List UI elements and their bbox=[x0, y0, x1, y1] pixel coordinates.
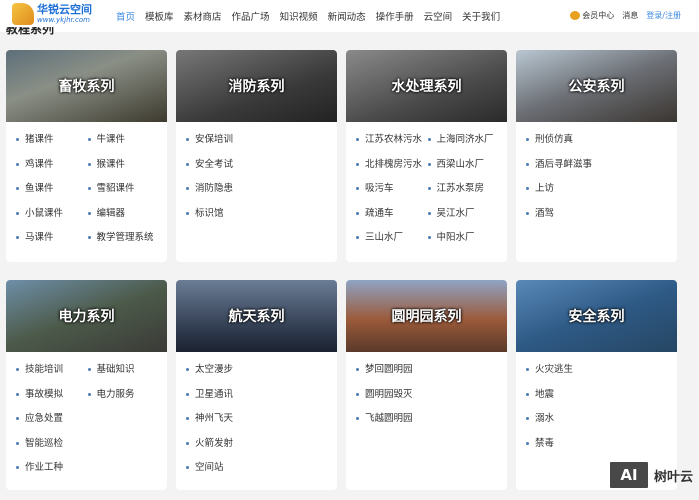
watermark-text: 树叶云 bbox=[653, 469, 693, 485]
series-banner[interactable]: 公安系列 bbox=[516, 50, 677, 122]
series-banner[interactable]: 水处理系列 bbox=[346, 50, 507, 122]
series-card: 畜牧系列猪课件 牛课件 鸡课件 猴课件 鱼课件 雪貂课件 小鼠课件 编辑器 马课件 教学管理系统 bbox=[6, 50, 167, 262]
course-link[interactable]: 鸡课件 bbox=[16, 155, 88, 180]
series-card: 公安系列刑侦仿真 酒后寻衅滋事 上访 酒驾 bbox=[516, 50, 677, 262]
watermark: AI 树叶云 bbox=[607, 460, 693, 490]
course-link[interactable]: 雪貂课件 bbox=[88, 179, 160, 204]
series-card: 航天系列太空漫步 卫星通讯 神州飞天 火箭发射 空间站 bbox=[176, 280, 337, 490]
course-link[interactable]: 刑侦仿真 bbox=[526, 130, 669, 155]
logo-title: 华锐云空间 bbox=[37, 3, 92, 16]
series-title: 航天系列 bbox=[228, 309, 285, 325]
course-link[interactable]: 消防隐患 bbox=[186, 179, 329, 204]
course-link[interactable]: 江苏水泵房 bbox=[428, 179, 500, 204]
course-link[interactable]: 马课件 bbox=[16, 228, 88, 253]
watermark-logo: AI bbox=[607, 460, 650, 490]
series-title: 圆明园系列 bbox=[391, 309, 462, 325]
course-link[interactable]: 牛课件 bbox=[88, 130, 160, 155]
course-link[interactable]: 编辑器 bbox=[88, 204, 160, 229]
logo-url: www.ykjhr.com bbox=[37, 16, 90, 24]
course-link[interactable]: 安保培训 bbox=[186, 130, 329, 155]
series-title: 畜牧系列 bbox=[58, 79, 115, 95]
course-link[interactable]: 三山水厂 bbox=[356, 228, 428, 253]
top-nav: 华锐云空间 www.ykjhr.com 首页 模板库 素材商店 作品广场 知识视频 新闻动… bbox=[0, 0, 699, 32]
series-title: 电力系列 bbox=[58, 309, 115, 325]
series-card: 圆明园系列梦回圆明园 圆明园毁灭 飞越圆明园 bbox=[346, 280, 507, 490]
series-card: 电力系列技能培训 基础知识 事故模拟 电力服务 应急处置 智能巡检 作业工种 bbox=[6, 280, 167, 490]
course-link[interactable]: 小鼠课件 bbox=[16, 204, 88, 229]
course-link[interactable]: 上海同济水厂 bbox=[428, 130, 500, 155]
series-title: 消防系列 bbox=[228, 79, 285, 95]
nav-item[interactable]: 新闻动态 bbox=[328, 9, 366, 23]
vip-label: 会员中心 bbox=[582, 11, 615, 20]
course-link[interactable]: 标识馆 bbox=[186, 204, 329, 229]
series-card: 消防系列安保培训 安全考试 消防隐患 标识馆 bbox=[176, 50, 337, 262]
course-link[interactable]: 基础知识 bbox=[88, 360, 160, 385]
course-link[interactable]: 教学管理系统 bbox=[88, 228, 160, 253]
course-link[interactable]: 酒后寻衅滋事 bbox=[526, 155, 669, 180]
course-link[interactable]: 中阳水厂 bbox=[428, 228, 500, 253]
course-link[interactable]: 梦回圆明园 bbox=[356, 360, 499, 385]
section-heading: 教程系列 bbox=[6, 27, 55, 35]
nav-item[interactable]: 操作手册 bbox=[376, 9, 414, 23]
series-card: 水处理系列江苏农林污水 上海同济水厂 北排槐房污水 西梁山水厂 吸污车 江苏水泵房 疏通车吴… bbox=[346, 50, 507, 262]
series-banner[interactable]: 畜牧系列 bbox=[6, 50, 167, 122]
vip-icon bbox=[570, 11, 581, 20]
course-link[interactable]: 溺水 bbox=[526, 409, 669, 434]
course-link[interactable]: 电力服务 bbox=[88, 385, 160, 410]
series-banner[interactable]: 圆明园系列 bbox=[346, 280, 507, 352]
nav-item[interactable]: 关于我们 bbox=[462, 9, 500, 23]
login-link[interactable]: 登录/注册 bbox=[646, 10, 681, 21]
nav-item[interactable]: 云空间 bbox=[424, 9, 453, 23]
course-link[interactable]: 安全考试 bbox=[186, 155, 329, 180]
series-card: 安全系列火灾逃生 地震 溺水 禁毒 bbox=[516, 280, 677, 490]
logo[interactable]: 华锐云空间 www.ykjhr.com bbox=[12, 3, 92, 25]
nav-item[interactable]: 知识视频 bbox=[280, 9, 318, 23]
course-link[interactable]: 智能巡检 bbox=[16, 434, 88, 459]
course-link[interactable]: 飞越圆明园 bbox=[356, 409, 499, 434]
course-link[interactable]: 卫星通讯 bbox=[186, 385, 329, 410]
nav-item[interactable]: 首页 bbox=[116, 9, 135, 23]
course-link[interactable]: 西梁山水厂 bbox=[428, 155, 500, 180]
course-link[interactable]: 火灾逃生 bbox=[526, 360, 669, 385]
series-title: 水处理系列 bbox=[391, 79, 462, 95]
nav-item[interactable]: 作品广场 bbox=[232, 9, 270, 23]
course-link[interactable]: 技能培训 bbox=[16, 360, 88, 385]
course-link[interactable]: 事故模拟 bbox=[16, 385, 88, 410]
course-link[interactable]: 江苏农林污水 bbox=[356, 130, 428, 155]
series-banner[interactable]: 航天系列 bbox=[176, 280, 337, 352]
course-link[interactable]: 作业工种 bbox=[16, 458, 88, 483]
series-title: 安全系列 bbox=[568, 309, 625, 325]
logo-icon bbox=[12, 3, 34, 25]
series-banner[interactable]: 消防系列 bbox=[176, 50, 337, 122]
course-link[interactable]: 太空漫步 bbox=[186, 360, 329, 385]
series-banner[interactable]: 电力系列 bbox=[6, 280, 167, 352]
course-link[interactable]: 空间站 bbox=[186, 458, 329, 483]
course-link[interactable]: 禁毒 bbox=[526, 434, 669, 459]
course-link[interactable]: 火箭发射 bbox=[186, 434, 329, 459]
nav-item[interactable]: 素材商店 bbox=[184, 9, 222, 23]
course-link[interactable]: 应急处置 bbox=[16, 409, 88, 434]
course-link[interactable]: 神州飞天 bbox=[186, 409, 329, 434]
course-link[interactable]: 地震 bbox=[526, 385, 669, 410]
nav-item[interactable]: 模板库 bbox=[145, 9, 174, 23]
vip-center-link[interactable]: 会员中心 bbox=[570, 10, 614, 21]
messages-link[interactable]: 消息 bbox=[622, 10, 638, 21]
course-link[interactable]: 猪课件 bbox=[16, 130, 88, 155]
course-link[interactable]: 上访 bbox=[526, 179, 669, 204]
main-menu: 首页 模板库 素材商店 作品广场 知识视频 新闻动态 操作手册 云空间 关于我们 bbox=[116, 9, 500, 23]
course-link[interactable]: 圆明园毁灭 bbox=[356, 385, 499, 410]
series-title: 公安系列 bbox=[568, 79, 625, 95]
course-link[interactable]: 疏通车 bbox=[356, 204, 428, 229]
course-link[interactable]: 猴课件 bbox=[88, 155, 160, 180]
course-link[interactable]: 鱼课件 bbox=[16, 179, 88, 204]
course-link[interactable]: 吸污车 bbox=[356, 179, 428, 204]
course-link[interactable]: 吴江水厂 bbox=[428, 204, 500, 229]
course-link[interactable]: 北排槐房污水 bbox=[356, 155, 428, 180]
series-banner[interactable]: 安全系列 bbox=[516, 280, 677, 352]
course-link[interactable]: 酒驾 bbox=[526, 204, 669, 229]
